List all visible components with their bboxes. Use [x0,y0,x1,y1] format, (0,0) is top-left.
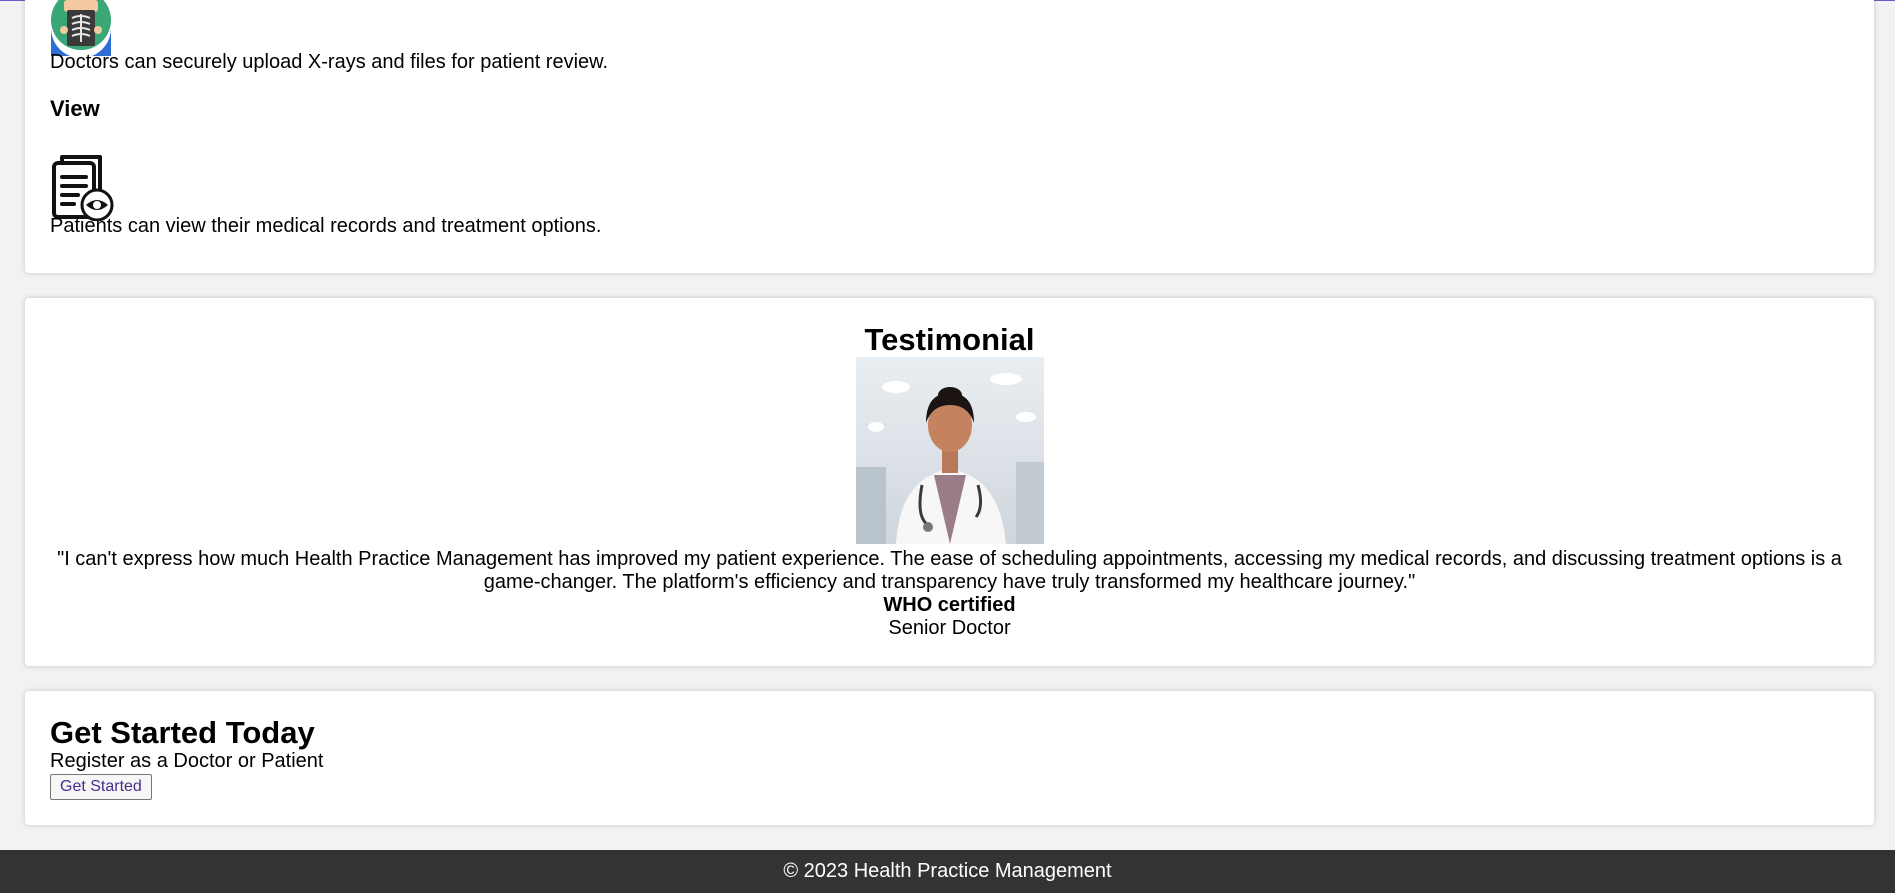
get-started-button[interactable]: Get Started [50,774,152,800]
doctor-photo [856,357,1044,544]
view-heading: View [50,96,100,121]
features-card: Doctors can securely upload X-rays and f… [25,0,1874,273]
records-eye-icon [50,153,114,222]
testimonial-card: Testimonial "I can't express how much He… [25,298,1874,666]
xray-icon [50,0,112,58]
view-description: Patients can view their medical records … [50,215,602,237]
testimonial-heading: Testimonial [864,322,1035,357]
get-started-subtitle: Register as a Doctor or Patient [50,750,324,772]
get-started-heading: Get Started Today [50,715,315,750]
footer: © 2023 Health Practice Management [0,850,1895,893]
certification-label: WHO certified [883,594,1016,616]
upload-description: Doctors can securely upload X-rays and f… [50,51,609,73]
doctor-role: Senior Doctor [888,617,1011,639]
testimonial-quote: "I can't express how much Health Practic… [57,548,1842,593]
footer-copyright: © 2023 Health Practice Management [783,860,1112,882]
get-started-card: Get Started Today Register as a Doctor o… [25,691,1874,825]
